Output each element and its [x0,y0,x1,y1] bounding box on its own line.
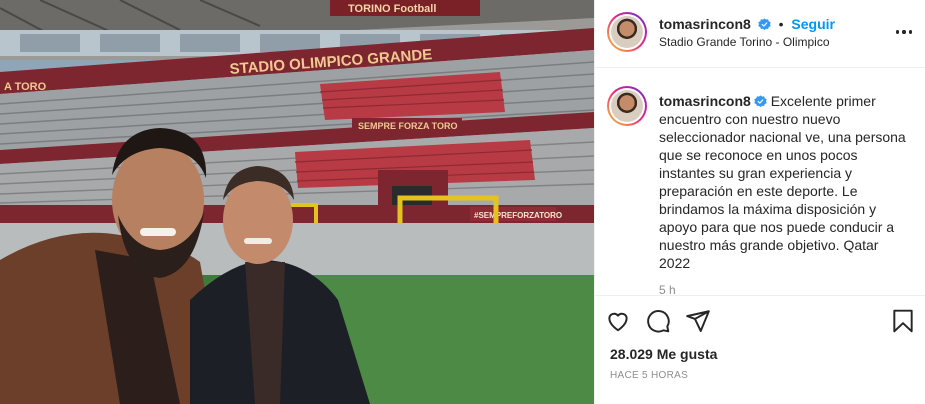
post-photo[interactable]: TORINO Football STADIO OLIMPICO GRANDE A… [0,0,594,404]
caption-text: Excelente primer encuentro con nuestro n… [659,93,906,271]
header-user-line: tomasrincon8 • Seguir [659,16,835,32]
stadium-banner-top: TORINO Football [348,3,436,15]
post-header: tomasrincon8 • Seguir Stadio Grande Tori… [595,0,925,68]
header-username[interactable]: tomasrincon8 [659,16,751,32]
separator-dot: • [778,16,784,32]
bookmark-icon[interactable] [890,308,916,334]
caption-avatar[interactable] [607,86,647,126]
caption: tomasrincon8 Excelente primer encuentro … [659,92,913,272]
verified-badge-icon [754,95,767,108]
heart-icon[interactable] [605,308,631,334]
lower-stadium-banner: SEMPRE FORZA TORO [358,121,458,131]
send-icon[interactable] [685,308,711,334]
location-link[interactable]: Stadio Grande Torino - Olimpico [659,35,830,49]
ad-board-text: #SEMPREFORZATORO [474,211,562,220]
action-bar: 28.029 Me gusta HACE 5 HORAS [595,295,925,404]
instagram-post: TORINO Football STADIO OLIMPICO GRANDE A… [0,0,925,404]
avatar[interactable] [607,12,647,52]
comment-icon[interactable] [645,308,671,334]
caption-username[interactable]: tomasrincon8 [659,93,751,109]
caption-timestamp[interactable]: 5 h [659,283,676,294]
post-timestamp[interactable]: HACE 5 HORAS [610,370,688,381]
more-options-icon[interactable] [896,22,912,42]
caption-area: tomasrincon8 Excelente primer encuentro … [595,68,925,294]
likes-count[interactable]: 28.029 Me gusta [610,346,717,362]
verified-badge-icon [758,18,771,31]
follow-button[interactable]: Seguir [791,16,835,32]
stadium-selfie-image: TORINO Football STADIO OLIMPICO GRANDE A… [0,0,594,404]
post-side-panel: tomasrincon8 • Seguir Stadio Grande Tori… [594,0,925,404]
